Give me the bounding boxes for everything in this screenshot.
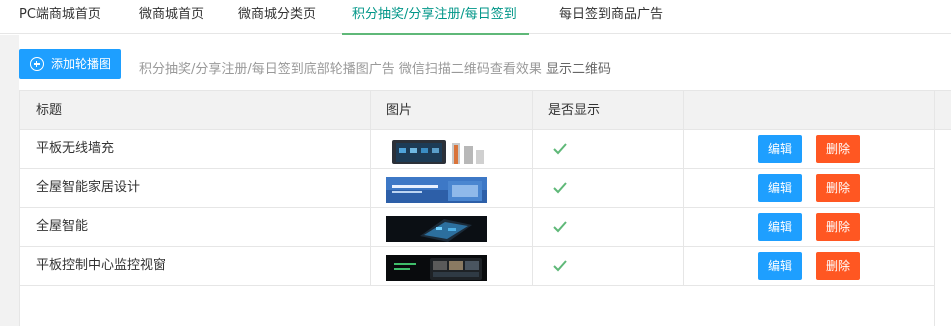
header-image: 图片 bbox=[386, 103, 413, 118]
smart-home-thumbnail bbox=[386, 216, 487, 242]
row-title: 全屋智能家居设计 bbox=[36, 180, 141, 195]
row-title: 全屋智能 bbox=[36, 219, 89, 234]
plus-circle-icon bbox=[30, 57, 44, 71]
hint-description: 积分抽奖/分享注册/每日签到底部轮播图广告 微信扫描二维码查看效果 bbox=[139, 62, 542, 77]
delete-button[interactable]: 删除 bbox=[816, 135, 860, 163]
edit-button[interactable]: 编辑 bbox=[758, 252, 802, 280]
left-gutter bbox=[0, 35, 19, 326]
add-banner-label: 添加轮播图 bbox=[51, 57, 112, 71]
tablet-control-center-thumbnail bbox=[386, 255, 487, 281]
tab-pc-home[interactable]: PC端商城首页 bbox=[19, 0, 101, 34]
tab-wechat-home[interactable]: 微商城首页 bbox=[139, 0, 204, 34]
hint-text: 积分抽奖/分享注册/每日签到底部轮播图广告 微信扫描二维码查看效果 显示二维码 bbox=[139, 58, 611, 77]
header-visible: 是否显示 bbox=[548, 103, 601, 118]
edit-button[interactable]: 编辑 bbox=[758, 174, 802, 202]
table-header-extension bbox=[934, 90, 951, 130]
delete-button[interactable]: 删除 bbox=[816, 174, 860, 202]
table-row: 平板无线墙充 编辑 删除 bbox=[20, 130, 934, 169]
row-title: 平板控制中心监控视窗 bbox=[36, 258, 167, 273]
table-row: 平板控制中心监控视窗 编辑 删除 bbox=[20, 247, 934, 286]
delete-button[interactable]: 删除 bbox=[816, 213, 860, 241]
table-row: 全屋智能 编辑 删除 bbox=[20, 208, 934, 247]
show-qr-link[interactable]: 显示二维码 bbox=[546, 62, 611, 77]
header-title: 标题 bbox=[36, 103, 63, 118]
table-row: 全屋智能家居设计 编辑 删除 bbox=[20, 169, 934, 208]
row-title: 平板无线墙充 bbox=[36, 141, 115, 156]
tab-points-lottery[interactable]: 积分抽奖/分享注册/每日签到 bbox=[342, 0, 529, 35]
check-icon bbox=[553, 260, 567, 272]
tablet-wall-charger-thumbnail bbox=[386, 138, 487, 164]
add-banner-button[interactable]: 添加轮播图 bbox=[19, 49, 121, 79]
column-divider bbox=[934, 91, 935, 286]
tab-signin-ads[interactable]: 每日签到商品广告 bbox=[559, 0, 663, 34]
tab-bar: PC端商城首页 微商城首页 微商城分类页 积分抽奖/分享注册/每日签到 每日签到… bbox=[0, 0, 951, 35]
edit-button[interactable]: 编辑 bbox=[758, 213, 802, 241]
smart-home-design-thumbnail bbox=[386, 177, 487, 203]
tab-wechat-category[interactable]: 微商城分类页 bbox=[238, 0, 316, 34]
check-icon bbox=[553, 143, 567, 155]
delete-button[interactable]: 删除 bbox=[816, 252, 860, 280]
edit-button[interactable]: 编辑 bbox=[758, 135, 802, 163]
table-header: 标题 图片 是否显示 bbox=[20, 91, 934, 130]
check-icon bbox=[553, 221, 567, 233]
banner-table: 标题 图片 是否显示 平板无线墙充 编辑 删除 全屋智能家居设计 编辑 删除 全… bbox=[19, 90, 935, 326]
check-icon bbox=[553, 182, 567, 194]
